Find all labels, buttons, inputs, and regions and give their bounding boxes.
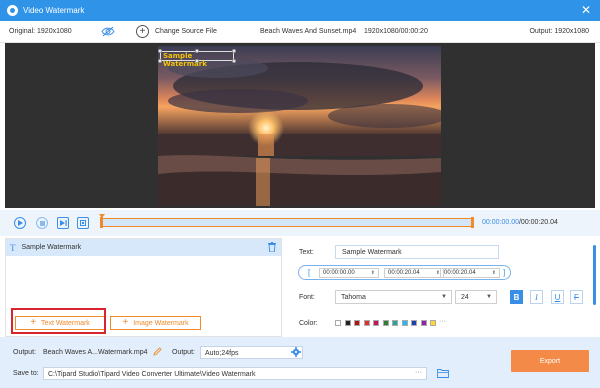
output-label: Output: xyxy=(13,349,36,356)
plus-icon: + xyxy=(139,25,146,37)
output-resolution: Output: 1920x1080 xyxy=(529,28,589,35)
save-path-field[interactable]: C:\Tipard Studio\Tipard Video Converter … xyxy=(43,367,427,380)
color-swatch[interactable] xyxy=(430,320,436,326)
source-file-name: Beach Waves And Sunset.mp4 xyxy=(260,28,357,35)
text-label: Text: xyxy=(299,249,314,256)
browse-more-button[interactable]: ··· xyxy=(415,369,422,376)
end-time-field[interactable]: 00:00:20.04 ⬍ xyxy=(384,268,444,278)
resize-handle[interactable] xyxy=(158,49,162,53)
window-title: Video Watermark xyxy=(23,6,85,15)
trim-start-handle[interactable] xyxy=(100,217,103,228)
duration-field[interactable]: 00:00:20.04 ⬍ xyxy=(440,268,500,278)
export-button[interactable]: Export xyxy=(511,350,589,372)
spinner-icon[interactable]: ⬍ xyxy=(492,270,496,276)
next-frame-button[interactable] xyxy=(57,217,69,229)
resize-handle[interactable] xyxy=(232,49,236,53)
add-image-watermark-label: Image Watermark xyxy=(133,319,189,327)
duration-value: 00:00:20.04 xyxy=(444,270,476,276)
folder-icon[interactable] xyxy=(437,368,449,378)
stop-icon xyxy=(39,220,45,226)
source-resolution-duration: 1920x1080/00:00:20 xyxy=(364,28,428,35)
trim-end-handle[interactable] xyxy=(471,217,474,228)
playback-controls: 00:00:00.00/00:00:20.04 xyxy=(0,210,600,236)
change-source-label[interactable]: Change Source File xyxy=(155,28,217,35)
next-frame-icon xyxy=(59,220,67,226)
app-logo-icon xyxy=(7,5,18,16)
color-swatch[interactable] xyxy=(373,320,379,326)
change-source-button[interactable]: + xyxy=(136,25,149,38)
end-time-value: 00:00:20.04 xyxy=(388,270,420,276)
color-label: Color: xyxy=(299,320,318,327)
play-button[interactable] xyxy=(14,217,26,229)
resize-handle[interactable] xyxy=(232,59,236,63)
color-swatch[interactable] xyxy=(344,320,351,326)
timecode: 00:00:00.00/00:00:20.04 xyxy=(482,219,558,226)
color-swatch[interactable] xyxy=(335,320,341,326)
close-icon[interactable]: ✕ xyxy=(581,4,591,16)
save-to-label: Save to: xyxy=(13,370,39,377)
text-type-icon: T xyxy=(10,242,16,253)
save-path-value: C:\Tipard Studio\Tipard Video Converter … xyxy=(48,371,256,378)
resize-handle[interactable] xyxy=(195,59,199,63)
eye-toggle-icon[interactable] xyxy=(101,26,115,37)
timeline-track[interactable] xyxy=(99,214,474,228)
list-item[interactable]: T Sample Watermark xyxy=(6,239,281,256)
add-image-watermark-button[interactable]: + Image Watermark xyxy=(110,316,201,330)
trash-icon[interactable] xyxy=(268,242,276,252)
font-size-value: 24 xyxy=(461,294,469,301)
resize-handle[interactable] xyxy=(158,59,162,63)
color-swatch[interactable] xyxy=(354,320,360,326)
output-file-name: Beach Waves A...Watermark.mp4 xyxy=(43,349,148,356)
chevron-down-icon: ▼ xyxy=(486,294,492,300)
snapshot-icon xyxy=(80,220,86,226)
color-swatch[interactable] xyxy=(401,320,408,326)
title-bar: Video Watermark ✕ xyxy=(0,0,600,21)
output-settings-label: Output: xyxy=(172,349,195,356)
watermark-overlay[interactable]: Sample Watermark xyxy=(158,49,236,68)
watermark-overlay-text: Sample Watermark xyxy=(163,52,207,68)
color-swatch[interactable] xyxy=(420,320,427,326)
gear-icon[interactable] xyxy=(291,347,301,357)
italic-button[interactable]: I xyxy=(530,290,543,304)
spinner-icon[interactable]: ⬍ xyxy=(371,270,375,276)
strikethrough-button[interactable]: F xyxy=(570,290,583,304)
set-start-button[interactable]: [ xyxy=(308,268,310,277)
font-size-select[interactable]: 24 ▼ xyxy=(455,290,497,304)
underline-button[interactable]: U xyxy=(551,290,564,304)
bold-button[interactable]: B xyxy=(510,290,523,304)
color-swatch[interactable] xyxy=(363,320,370,326)
edit-icon[interactable] xyxy=(153,347,162,356)
source-info-bar: Original: 1920x1080 + Change Source File… xyxy=(0,21,600,43)
font-family-value: Tahoma xyxy=(341,294,366,301)
play-icon xyxy=(18,220,23,226)
snapshot-button[interactable] xyxy=(77,217,89,229)
plus-icon: + xyxy=(122,317,129,328)
start-time-field[interactable]: 00:00:00.00 ⬍ xyxy=(319,268,379,278)
watermark-item-label: Sample Watermark xyxy=(21,244,82,251)
current-time: 00:00:00.00 xyxy=(482,219,519,226)
font-family-select[interactable]: Tahoma ▼ xyxy=(335,290,452,304)
watermark-properties-panel: Text: Sample Watermark [ 00:00:00.00 ⬍ 00… xyxy=(284,238,595,337)
stop-button[interactable] xyxy=(36,217,48,229)
output-settings-bar: Output: Beach Waves A...Watermark.mp4 Ou… xyxy=(0,337,600,388)
color-swatch[interactable] xyxy=(382,320,389,326)
playhead[interactable] xyxy=(99,214,105,218)
original-resolution: Original: 1920x1080 xyxy=(9,28,72,35)
start-time-value: 00:00:00.00 xyxy=(323,270,355,276)
resize-handle[interactable] xyxy=(195,49,199,53)
output-settings-field[interactable]: Auto;24fps xyxy=(200,346,303,359)
watermark-text-input[interactable]: Sample Watermark xyxy=(335,245,499,259)
time-range-control: [ 00:00:00.00 ⬍ 00:00:20.04 ⬍ 00:00:20.04 ⬍… xyxy=(298,265,511,280)
video-frame xyxy=(158,46,441,206)
color-swatch[interactable] xyxy=(411,320,417,326)
chevron-down-icon: ▼ xyxy=(441,294,447,300)
more-colors-button[interactable]: ··· xyxy=(439,318,446,325)
total-time: /00:00:20.04 xyxy=(518,219,558,226)
scrollbar[interactable] xyxy=(593,245,596,305)
color-swatch[interactable] xyxy=(392,320,398,326)
highlight-box xyxy=(11,308,106,334)
set-end-button[interactable]: ] xyxy=(503,268,505,277)
font-label: Font: xyxy=(299,294,315,301)
